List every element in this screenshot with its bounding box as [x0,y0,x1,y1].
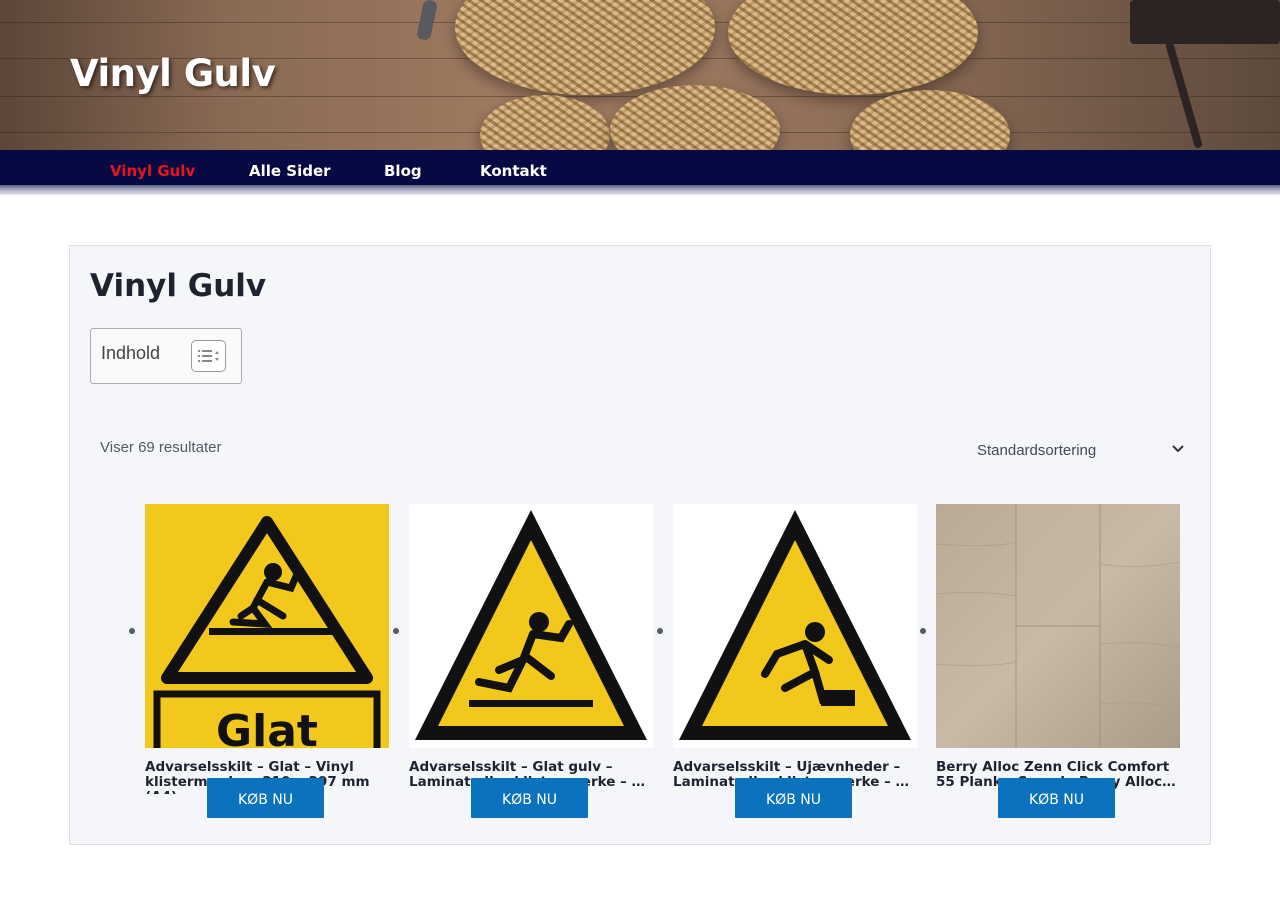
content-card: Vinyl Gulv Indhold Viser 69 resultater S… [69,245,1211,845]
nav-item-alle-sider[interactable]: Alle Sider [249,162,331,180]
result-count: Viser 69 resultater [100,439,222,456]
toc-toggle-button[interactable] [191,340,226,372]
product-card[interactable]: Advarselsskilt – Ujævnheder – Laminat el… [673,504,917,904]
product-image-glat-warning-sign[interactable]: Glat [145,504,389,748]
buy-now-button[interactable]: KØB NU [735,778,852,818]
list-bullet [393,628,399,634]
sort-selected-value: Standardsortering [977,442,1097,459]
nav-shadow [0,185,1280,195]
product-card[interactable]: Advarselsskilt – Glat gulv – Laminat ell… [409,504,653,904]
hero-banner: Vinyl Gulv [0,0,1280,150]
list-toggle-icon [198,350,219,362]
list-bullet [129,628,135,634]
site-title[interactable]: Vinyl Gulv [70,52,276,95]
page-title: Vinyl Gulv [90,268,267,304]
nav-item-blog[interactable]: Blog [384,162,422,180]
rattan-stool [610,85,780,150]
product-card[interactable]: Glat Advarselsskilt – Glat – Vinyl klist… [145,504,389,904]
buy-now-button[interactable]: KØB NU [471,778,588,818]
chair-seat [1130,0,1280,44]
rattan-stool [850,90,1010,150]
rattan-stool [480,95,610,150]
rattan-stool [455,0,715,95]
product-image-slippery-floor-sign[interactable] [409,504,653,748]
nav-item-kontakt[interactable]: Kontakt [480,162,547,180]
product-card[interactable]: Berry Alloc Zenn Click Comfort 55 Plank … [936,504,1180,904]
chair-leg [415,0,439,42]
rattan-stool [728,0,978,95]
chevron-down-icon [1172,445,1184,453]
toc-label: Indhold [101,343,161,363]
list-bullet [920,628,926,634]
buy-now-button[interactable]: KØB NU [207,778,324,818]
sort-select[interactable]: Standardsortering [965,432,1195,468]
nav-item-vinyl-gulv[interactable]: Vinyl Gulv [110,162,195,180]
list-bullet [657,628,663,634]
table-of-contents: Indhold [90,328,242,384]
buy-now-button[interactable]: KØB NU [998,778,1115,818]
product-image-trip-hazard-sign[interactable] [673,504,917,748]
svg-text:Glat: Glat [216,706,318,748]
product-image-oak-vinyl-plank[interactable] [936,504,1180,748]
main-nav: Vinyl Gulv Alle Sider Blog Kontakt [0,150,1280,188]
